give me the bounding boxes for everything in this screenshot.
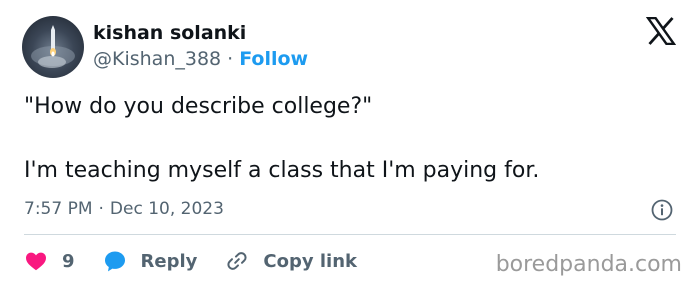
tweet-text-line-2: I'm teaching myself a class that I'm pay… — [24, 158, 540, 183]
tweet-text-line-1: "How do you describe college?" — [24, 94, 373, 119]
watermark: boredpanda.com — [495, 252, 682, 277]
like-button[interactable]: 9 — [24, 249, 75, 273]
reply-button[interactable]: Reply — [103, 249, 198, 273]
author-name[interactable]: kishan solanki — [93, 22, 246, 44]
link-icon — [225, 249, 249, 273]
like-count: 9 — [62, 250, 75, 272]
copy-link-button[interactable]: Copy link — [225, 249, 357, 273]
action-bar: 9 Reply Copy link — [24, 248, 357, 274]
author-handle-line: @Kishan_388 · Follow — [93, 48, 308, 70]
info-icon[interactable] — [651, 199, 673, 221]
tweet-timestamp[interactable]: 7:57 PM · Dec 10, 2023 — [24, 199, 224, 219]
timestamp-separator: · — [98, 199, 104, 219]
copy-link-label: Copy link — [263, 250, 357, 272]
heart-icon — [24, 249, 48, 273]
follow-button[interactable]: Follow — [239, 48, 308, 70]
reply-bubble-icon — [103, 249, 127, 273]
tweet-time: 7:57 PM — [24, 199, 93, 219]
tweet-date: Dec 10, 2023 — [109, 199, 224, 219]
author-handle[interactable]: @Kishan_388 — [93, 48, 221, 70]
avatar[interactable] — [22, 16, 84, 78]
handle-separator: · — [227, 48, 234, 70]
x-logo-icon[interactable] — [646, 17, 676, 45]
reply-label: Reply — [140, 250, 198, 272]
rocket-launch-icon — [31, 25, 75, 68]
divider — [24, 234, 676, 235]
